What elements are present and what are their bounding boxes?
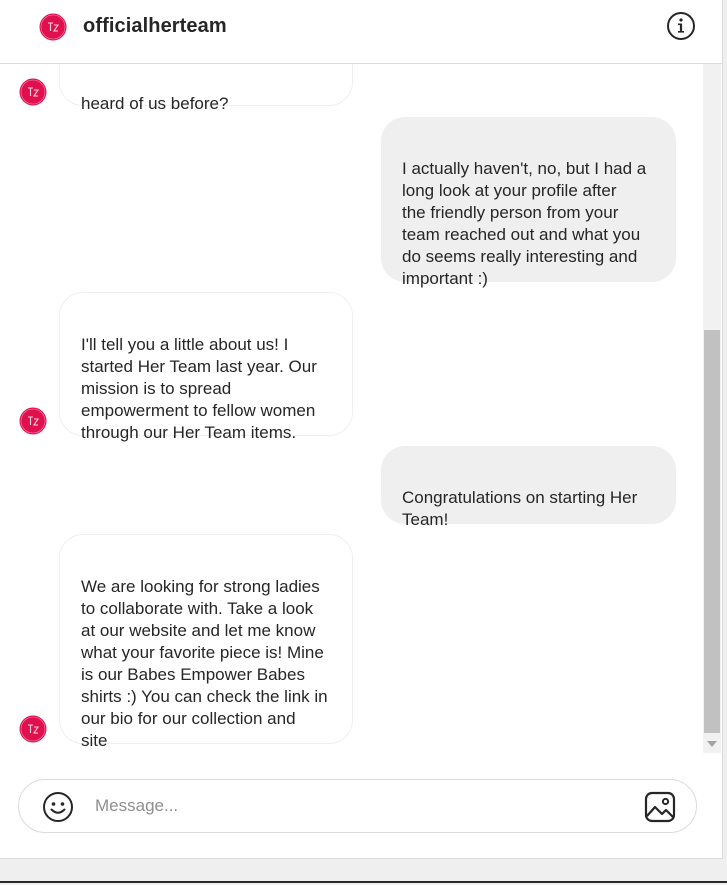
taskbar-edge bbox=[0, 859, 727, 885]
thread-scrollbar[interactable] bbox=[703, 64, 721, 753]
message-bubble-outgoing: Congratulations on starting Her Team! bbox=[381, 446, 676, 529]
message-input[interactable] bbox=[95, 790, 625, 822]
message-thread[interactable]: heard of us before? I actually haven't, … bbox=[0, 64, 703, 753]
message-text: We are looking for strong ladies to coll… bbox=[81, 577, 328, 750]
dm-window: officialherteam heard of us before? I ac… bbox=[0, 0, 723, 859]
sender-avatar[interactable] bbox=[19, 78, 47, 106]
sender-avatar[interactable] bbox=[19, 715, 47, 743]
emoji-icon[interactable] bbox=[42, 791, 74, 823]
conversation-header: officialherteam bbox=[0, 0, 722, 64]
message-text: I actually haven't, no, but I had a long… bbox=[402, 159, 647, 288]
image-icon[interactable] bbox=[643, 790, 677, 824]
message-text: I'll tell you a little about us! I start… bbox=[81, 335, 317, 442]
message-bubble-outgoing: I actually haven't, no, but I had a long… bbox=[381, 117, 676, 288]
scroll-down-arrow-icon[interactable] bbox=[707, 741, 717, 747]
message-bubble-incoming: heard of us before? bbox=[59, 64, 353, 113]
conversation-username[interactable]: officialherteam bbox=[83, 15, 227, 38]
message-text: heard of us before? bbox=[81, 94, 229, 113]
message-text: Congratulations on starting Her Team! bbox=[402, 488, 638, 529]
message-bubble-incoming: We are looking for strong ladies to coll… bbox=[59, 534, 353, 750]
info-icon[interactable] bbox=[666, 11, 696, 41]
message-bubble-incoming: I'll tell you a little about us! I start… bbox=[59, 292, 353, 442]
profile-avatar[interactable] bbox=[39, 13, 67, 41]
taskbar-line bbox=[0, 881, 727, 883]
sender-avatar[interactable] bbox=[19, 407, 47, 435]
scrollbar-thumb[interactable] bbox=[704, 330, 720, 733]
message-composer bbox=[18, 779, 697, 833]
